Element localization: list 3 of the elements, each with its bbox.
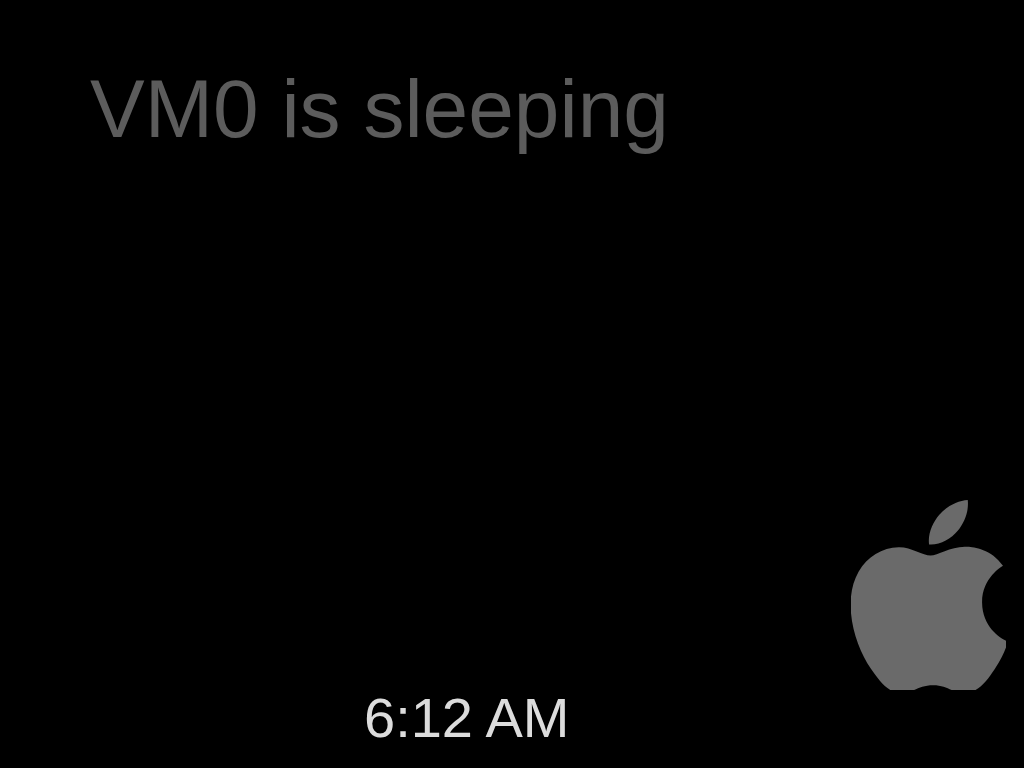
clock-time: 6:12 AM xyxy=(364,690,570,746)
apple-icon xyxy=(851,500,1006,690)
sleep-status-title: VM0 is sleeping xyxy=(90,63,669,154)
